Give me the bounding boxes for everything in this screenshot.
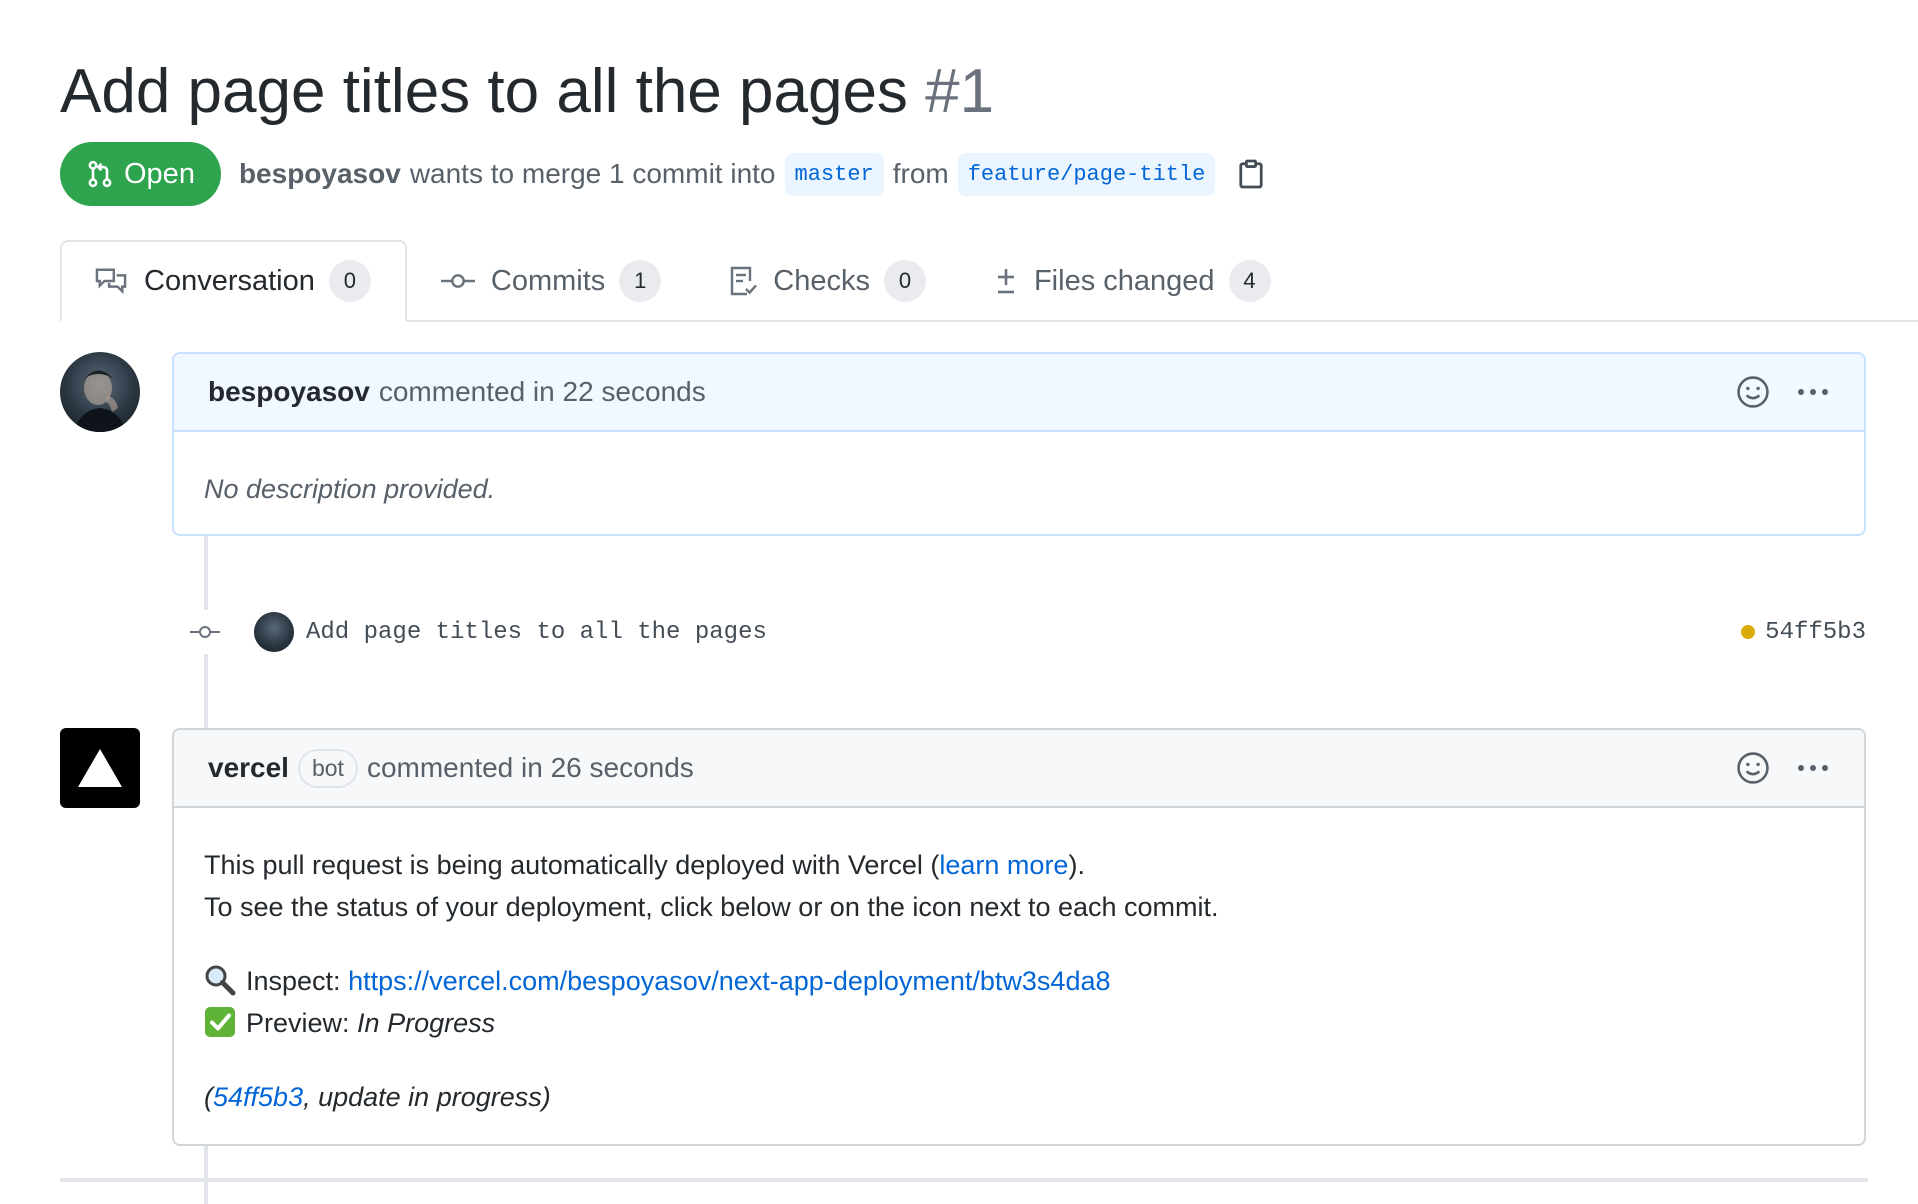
- tab-checks-label: Checks: [773, 264, 870, 297]
- inspect-line: Inspect: https://vercel.com/bespoyasov/n…: [204, 960, 1834, 1002]
- comment-actions: [1710, 375, 1830, 409]
- comment-body: No description provided.: [174, 432, 1864, 546]
- preview-line: Preview: In Progress: [204, 1002, 1834, 1044]
- deploy-footer-prefix: (: [204, 1082, 213, 1112]
- tab-files-changed-count: 4: [1228, 260, 1271, 302]
- preview-label: Preview:: [246, 1008, 350, 1038]
- magnifying-glass-icon: [205, 965, 236, 996]
- commit-sha-link[interactable]: 54ff5b3: [1765, 619, 1866, 646]
- deploy-intro-text: This pull request is being automatically…: [204, 850, 940, 880]
- from-text: from: [892, 158, 949, 189]
- git-commit-icon: [440, 274, 475, 288]
- comment-text: No description provided.: [204, 474, 496, 504]
- head-branch[interactable]: feature/page-title: [957, 152, 1216, 196]
- tab-files-changed-label: Files changed: [1033, 264, 1215, 297]
- deploy-commit-link[interactable]: 54ff5b3: [213, 1082, 303, 1112]
- tab-checks-count: 0: [883, 260, 926, 302]
- smiley-icon: [1737, 752, 1769, 784]
- preview-status: In Progress: [357, 1008, 496, 1038]
- comment-header: vercel bot commented in 26 seconds: [174, 730, 1864, 808]
- commit-message-link[interactable]: Add page titles to all the pages: [306, 619, 767, 646]
- tab-checks[interactable]: Checks 0: [695, 242, 960, 320]
- pr-tabs: Conversation 0 Commits 1 Checks 0 Files …: [60, 240, 1918, 322]
- deploy-intro-suffix: ).: [1068, 850, 1085, 880]
- commit-author-avatar[interactable]: [254, 612, 294, 652]
- learn-more-link[interactable]: learn more: [939, 850, 1068, 880]
- clipboard-icon: [1239, 159, 1263, 189]
- add-reaction-button[interactable]: [1736, 375, 1770, 409]
- comment-card: vercel bot commented in 26 seconds This …: [172, 728, 1866, 1146]
- comment-author-link[interactable]: vercel: [208, 752, 289, 784]
- deploy-footer: (54ff5b3, update in progress): [204, 1076, 1834, 1118]
- copy-branch-button[interactable]: [1238, 159, 1264, 189]
- deploy-intro-line: This pull request is being automatically…: [204, 844, 1834, 886]
- base-branch[interactable]: master: [784, 152, 884, 196]
- status-badge-label: Open: [124, 157, 195, 190]
- pr-author-link[interactable]: bespoyasov: [239, 158, 401, 190]
- smiley-icon: [1737, 376, 1769, 408]
- comment-header: bespoyasov commented in 22 seconds: [174, 354, 1864, 432]
- checklist-icon: [731, 266, 758, 296]
- kebab-horizontal-icon: [1798, 765, 1828, 771]
- tab-conversation-count: 0: [328, 260, 371, 302]
- inspect-label: Inspect:: [246, 966, 341, 996]
- deploy-instructions: To see the status of your deployment, cl…: [204, 892, 1219, 922]
- bot-label: bot: [297, 748, 358, 788]
- git-commit-icon: [190, 626, 220, 638]
- comment-author-link[interactable]: bespoyasov: [208, 376, 370, 408]
- user-photo-icon: [74, 370, 126, 432]
- tab-commits-label: Commits: [490, 264, 606, 297]
- status-badge: Open: [60, 142, 221, 206]
- tab-files-changed[interactable]: Files changed 4: [960, 242, 1305, 320]
- pending-status-dot[interactable]: [1741, 625, 1756, 639]
- pr-number: #1: [925, 57, 995, 126]
- commit-status: 54ff5b3: [1741, 619, 1866, 646]
- timeline-commit: Add page titles to all the pages 54ff5b3: [184, 610, 1866, 654]
- comment-options-button[interactable]: [1796, 387, 1830, 397]
- comment-timestamp[interactable]: commented in 26 seconds: [367, 752, 694, 784]
- comment-timestamp[interactable]: commented in 22 seconds: [379, 376, 706, 408]
- inspect-url-link[interactable]: https://vercel.com/bespoyasov/next-app-d…: [348, 966, 1110, 996]
- vercel-logo-icon: [78, 749, 122, 787]
- check-mark-button-icon: [205, 1007, 235, 1037]
- tab-commits[interactable]: Commits 1: [407, 242, 695, 320]
- tab-conversation[interactable]: Conversation 0: [60, 240, 407, 322]
- tab-commits-count: 1: [619, 260, 662, 302]
- page-title: Add page titles to all the pages #1: [60, 52, 994, 132]
- add-reaction-button[interactable]: [1736, 751, 1770, 785]
- comment-actions: [1710, 751, 1830, 785]
- kebab-horizontal-icon: [1798, 389, 1828, 395]
- pr-meta: Open bespoyasov wants to merge 1 commit …: [60, 142, 1264, 206]
- git-pull-request-icon: [88, 160, 112, 188]
- timeline-divider: [60, 1178, 1868, 1182]
- comment-card: bespoyasov commented in 22 seconds No de…: [172, 352, 1866, 536]
- pr-title-text: Add page titles to all the pages: [60, 57, 908, 126]
- pull-request-page: Add page titles to all the pages #1 Open…: [0, 0, 1918, 1204]
- tab-conversation-label: Conversation: [144, 264, 315, 297]
- merge-text: wants to merge 1 commit into: [409, 158, 776, 189]
- diff-icon: [997, 269, 1014, 294]
- comment-body: This pull request is being automatically…: [174, 808, 1864, 1154]
- avatar[interactable]: [60, 352, 140, 432]
- comment-discussion-icon: [95, 268, 127, 295]
- avatar[interactable]: [60, 728, 140, 808]
- comment-options-button[interactable]: [1796, 763, 1830, 773]
- commit-node: [184, 610, 226, 654]
- deploy-footer-suffix: , update in progress): [303, 1082, 551, 1112]
